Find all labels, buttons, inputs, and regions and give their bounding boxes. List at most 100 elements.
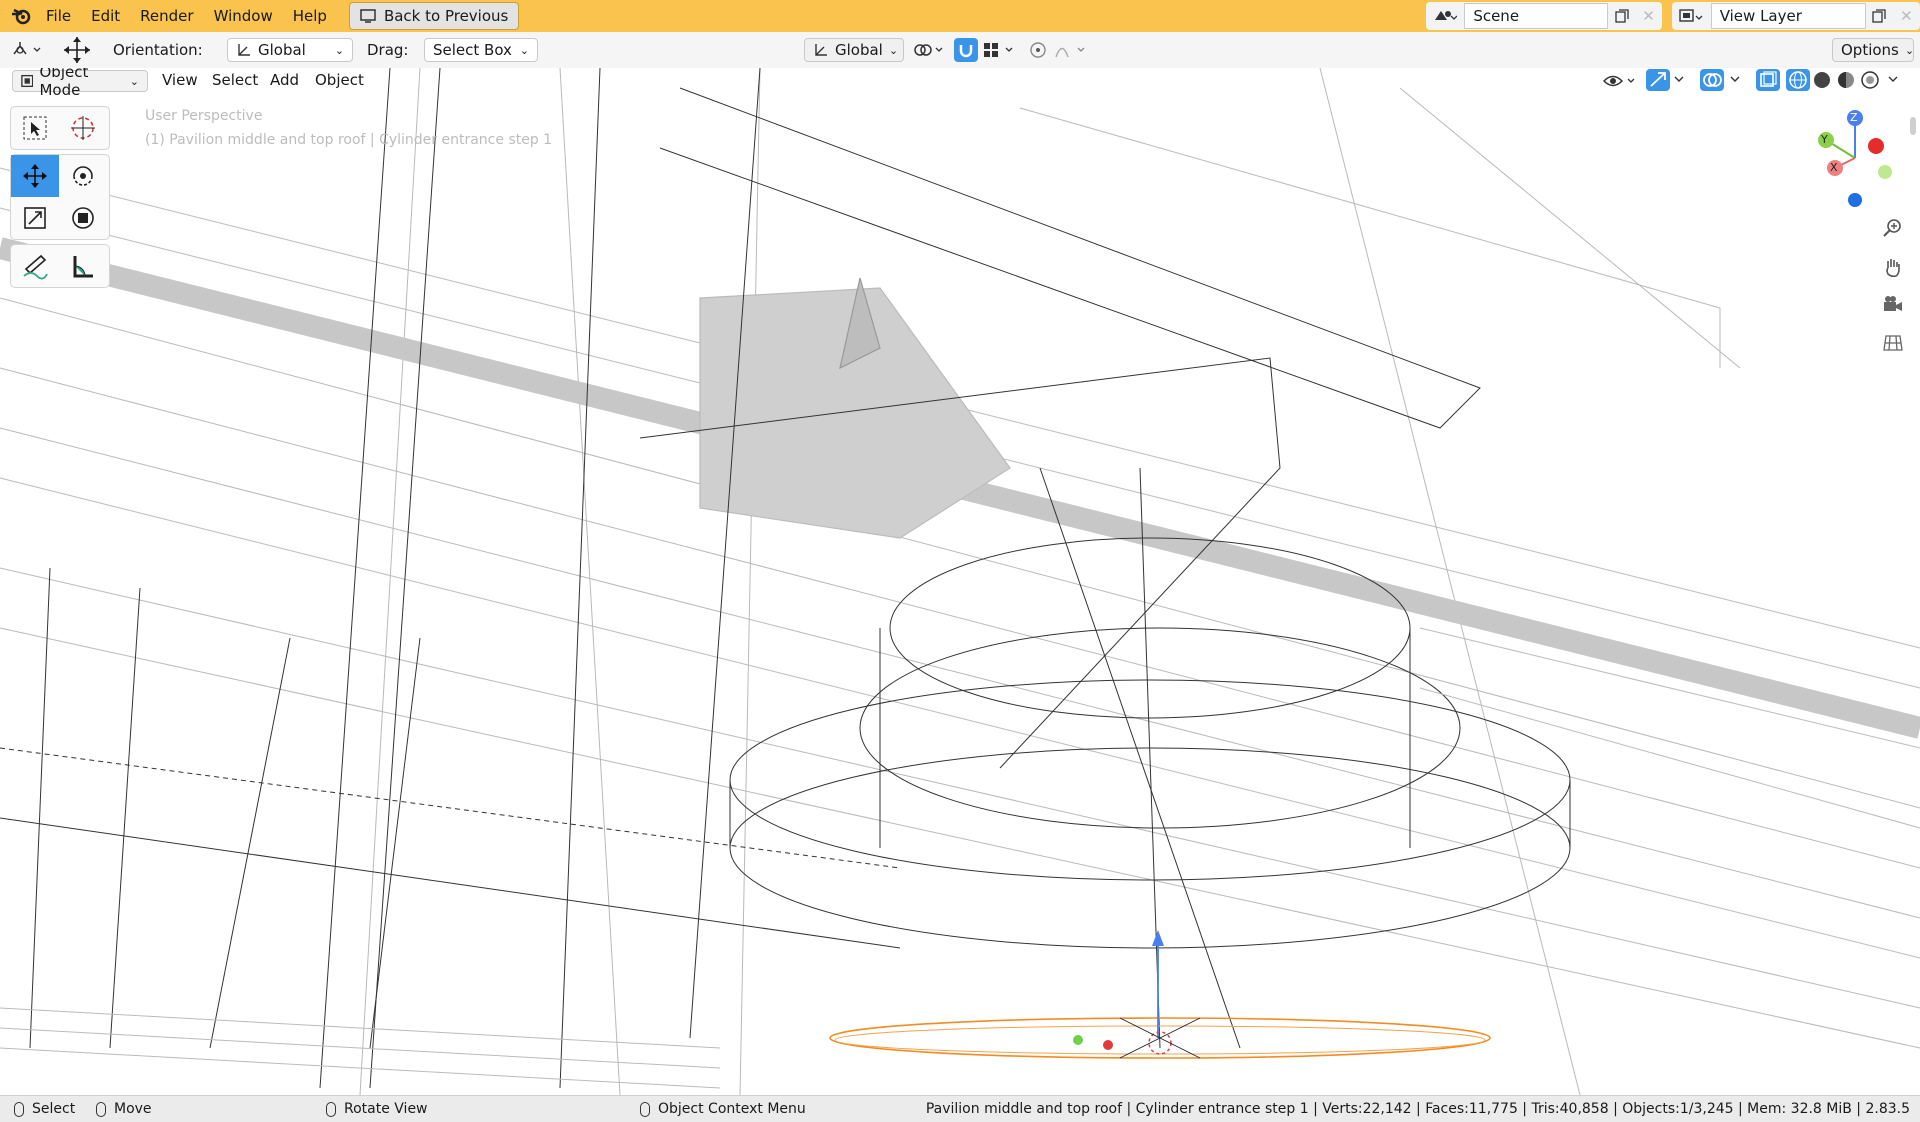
toolbox-transform-group bbox=[10, 154, 110, 240]
orientation-dropdown[interactable]: Global ⌄ bbox=[227, 38, 353, 62]
menu-render[interactable]: Render bbox=[130, 7, 203, 25]
transform-icon bbox=[72, 207, 94, 229]
navigation-gizmo[interactable]: Z Y X bbox=[1805, 108, 1905, 208]
active-tool-move-icon[interactable] bbox=[62, 37, 92, 63]
transform-orientation-dropdown[interactable]: Global ⌄ bbox=[804, 38, 904, 62]
material-sphere-icon bbox=[1838, 72, 1854, 88]
status-move-hint: Move bbox=[96, 1101, 152, 1117]
viewport-scrollbar[interactable] bbox=[1910, 117, 1916, 135]
3d-cursor-icon bbox=[71, 116, 95, 140]
snap-target-dropdown[interactable] bbox=[982, 38, 1018, 62]
cursor-tool[interactable] bbox=[59, 107, 107, 149]
menu-window[interactable]: Window bbox=[204, 7, 283, 25]
solid-shading-button[interactable] bbox=[1812, 70, 1832, 94]
scene-statistics: Pavilion middle and top roof | Cylinder … bbox=[925, 1101, 1910, 1117]
menu-edit[interactable]: Edit bbox=[81, 7, 130, 25]
options-label: Options bbox=[1841, 41, 1899, 59]
editor-type-button[interactable] bbox=[10, 38, 44, 62]
scale-tool[interactable] bbox=[11, 197, 59, 239]
back-to-previous-button[interactable]: Back to Previous bbox=[348, 2, 520, 30]
mouse-left-icon bbox=[14, 1101, 24, 1117]
menu-file[interactable]: File bbox=[36, 7, 81, 25]
select-box-tool[interactable] bbox=[11, 107, 59, 149]
menu-help[interactable]: Help bbox=[283, 7, 337, 25]
proportional-editing-toggle[interactable] bbox=[1028, 38, 1048, 62]
status-context-hint: Object Context Menu bbox=[640, 1101, 806, 1117]
new-scene-button[interactable] bbox=[1608, 4, 1635, 28]
move-tool[interactable] bbox=[11, 155, 59, 197]
close-icon: ✕ bbox=[1900, 7, 1913, 25]
ruler-icon bbox=[73, 256, 93, 278]
options-dropdown[interactable]: Options ⌄ bbox=[1832, 38, 1914, 62]
gizmo-dropdown[interactable] bbox=[1672, 72, 1686, 90]
delete-scene-button[interactable]: ✕ bbox=[1635, 4, 1662, 28]
drag-group: Select Box ⌄ bbox=[424, 38, 538, 62]
gizmo-y-label: Y bbox=[1821, 133, 1828, 146]
overlays-dropdown[interactable] bbox=[1728, 72, 1742, 90]
view-layer-browse-button[interactable] bbox=[1672, 4, 1711, 28]
magnet-icon bbox=[954, 38, 978, 62]
mouse-middle-icon bbox=[326, 1101, 336, 1117]
gizmo-x-label: X bbox=[1830, 161, 1838, 174]
toolbox-annotate-group bbox=[10, 244, 110, 288]
pan-hand-icon[interactable] bbox=[1878, 252, 1908, 282]
wireframe-scene[interactable] bbox=[0, 68, 1920, 1095]
material-shading-button[interactable] bbox=[1836, 70, 1856, 94]
transform-tool[interactable] bbox=[59, 197, 107, 239]
drag-dropdown[interactable]: Select Box ⌄ bbox=[424, 38, 538, 62]
zoom-icon[interactable] bbox=[1878, 213, 1908, 243]
drag-label: Drag: bbox=[367, 41, 409, 59]
move-arrows-icon bbox=[23, 164, 47, 188]
wireframe-shading-button[interactable] bbox=[1786, 69, 1810, 91]
eye-icon bbox=[1602, 75, 1635, 87]
orientation-value: Global bbox=[258, 41, 306, 59]
shading-dropdown[interactable] bbox=[1886, 72, 1900, 90]
view-layer-icon bbox=[1679, 9, 1703, 22]
chevron-down-icon bbox=[1888, 76, 1898, 82]
camera-icon[interactable] bbox=[1878, 290, 1908, 320]
scene-browse-button[interactable] bbox=[1426, 4, 1464, 28]
viewport-header: Object Mode ⌄ View Select Add Object bbox=[0, 68, 1920, 99]
measure-tool[interactable] bbox=[59, 245, 107, 287]
top-menu-bar: File Edit Render Window Help Back to Pre… bbox=[0, 0, 1920, 32]
falloff-dropdown[interactable] bbox=[1054, 38, 1090, 62]
xray-toggle[interactable] bbox=[1756, 69, 1780, 91]
select-cursor-icon bbox=[23, 116, 47, 140]
orientation-axes-icon bbox=[238, 44, 250, 56]
object-mode-icon bbox=[21, 74, 34, 88]
menu-object[interactable]: Object bbox=[315, 71, 364, 89]
snap-toggle[interactable] bbox=[954, 38, 978, 62]
menu-add[interactable]: Add bbox=[270, 71, 299, 89]
gizmo-toggle[interactable] bbox=[1646, 69, 1670, 91]
delete-view-layer-button[interactable]: ✕ bbox=[1893, 4, 1920, 28]
copy-icon bbox=[1615, 9, 1629, 23]
snap-increment-icon bbox=[984, 43, 1013, 57]
xray-icon bbox=[1760, 71, 1777, 87]
3d-viewport-icon bbox=[13, 42, 41, 55]
rendered-shading-button[interactable] bbox=[1860, 70, 1880, 94]
blender-logo-icon[interactable] bbox=[6, 1, 36, 31]
proportional-edit-icon bbox=[1030, 42, 1046, 58]
grid-ortho-icon[interactable] bbox=[1878, 328, 1908, 358]
mode-dropdown[interactable]: Object Mode ⌄ bbox=[12, 68, 148, 99]
view-layer-name-field[interactable]: View Layer bbox=[1710, 3, 1866, 29]
menu-view[interactable]: View bbox=[162, 71, 198, 89]
scene-selector: Scene ✕ bbox=[1426, 2, 1662, 30]
visibility-dropdown[interactable] bbox=[1602, 70, 1638, 96]
rotate-tool[interactable] bbox=[59, 155, 107, 197]
orientation-axes-icon bbox=[815, 44, 827, 56]
status-move-label: Move bbox=[114, 1101, 152, 1117]
menu-select[interactable]: Select bbox=[212, 71, 258, 89]
new-view-layer-button[interactable] bbox=[1866, 4, 1893, 28]
mouse-drag-icon bbox=[96, 1101, 106, 1117]
status-rotate-label: Rotate View bbox=[344, 1101, 428, 1117]
scene-name-field[interactable]: Scene bbox=[1464, 3, 1609, 29]
close-icon: ✕ bbox=[1642, 7, 1655, 25]
overlays-toggle[interactable] bbox=[1700, 69, 1724, 91]
annotate-tool[interactable] bbox=[11, 245, 59, 287]
pivot-point-dropdown[interactable] bbox=[912, 38, 946, 62]
chevron-down-icon bbox=[1730, 76, 1740, 82]
3d-viewport[interactable]: Object Mode ⌄ View Select Add Object Use… bbox=[0, 68, 1920, 1095]
wireframe-sphere-icon bbox=[1789, 71, 1807, 89]
orientation-label: Orientation: bbox=[113, 41, 203, 59]
